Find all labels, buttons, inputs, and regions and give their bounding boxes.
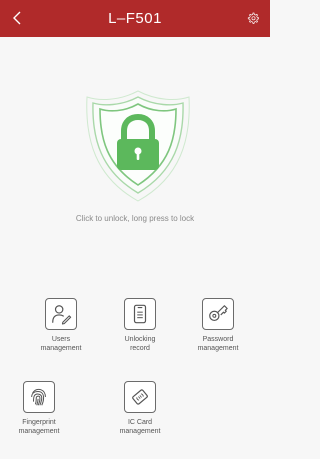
- back-button[interactable]: [6, 7, 28, 29]
- unlocking-record-label: Unlocking record: [124, 336, 156, 352]
- users-management-label: Users management: [40, 336, 82, 352]
- ic-card-icon: [132, 389, 148, 405]
- padlock-shield-icon: [86, 90, 190, 202]
- password-management-icon-box: [202, 298, 234, 330]
- unlocking-record-button[interactable]: Unlocking record: [105, 298, 175, 353]
- top-bar: L–F501: [0, 0, 270, 37]
- users-management-icon-box: [45, 298, 77, 330]
- lock-button[interactable]: [81, 87, 195, 205]
- ic-card-management-label: IC Card management: [119, 419, 161, 435]
- phone-record-icon: [133, 304, 147, 324]
- user-edit-icon: [52, 305, 72, 325]
- users-management-button[interactable]: Users management: [26, 298, 96, 353]
- chevron-left-icon: [13, 11, 21, 25]
- settings-button[interactable]: [242, 7, 264, 29]
- password-management-label: Password management: [197, 336, 239, 352]
- lock-hint-text: Click to unlock, long press to lock: [75, 214, 195, 223]
- ic-card-management-icon-box: [124, 381, 156, 413]
- fingerprint-icon: [31, 388, 46, 406]
- page-title: L–F501: [108, 10, 162, 27]
- unlocking-record-icon-box: [124, 298, 156, 330]
- ic-card-management-button[interactable]: IC Card management: [105, 381, 175, 436]
- gear-icon: [247, 12, 259, 24]
- fingerprint-management-icon-box: [23, 381, 55, 413]
- password-management-button[interactable]: Password management: [183, 298, 253, 353]
- fingerprint-management-label: Fingerprint management: [18, 419, 60, 435]
- fingerprint-management-button[interactable]: Fingerprint management: [4, 381, 74, 436]
- key-icon: [209, 305, 228, 322]
